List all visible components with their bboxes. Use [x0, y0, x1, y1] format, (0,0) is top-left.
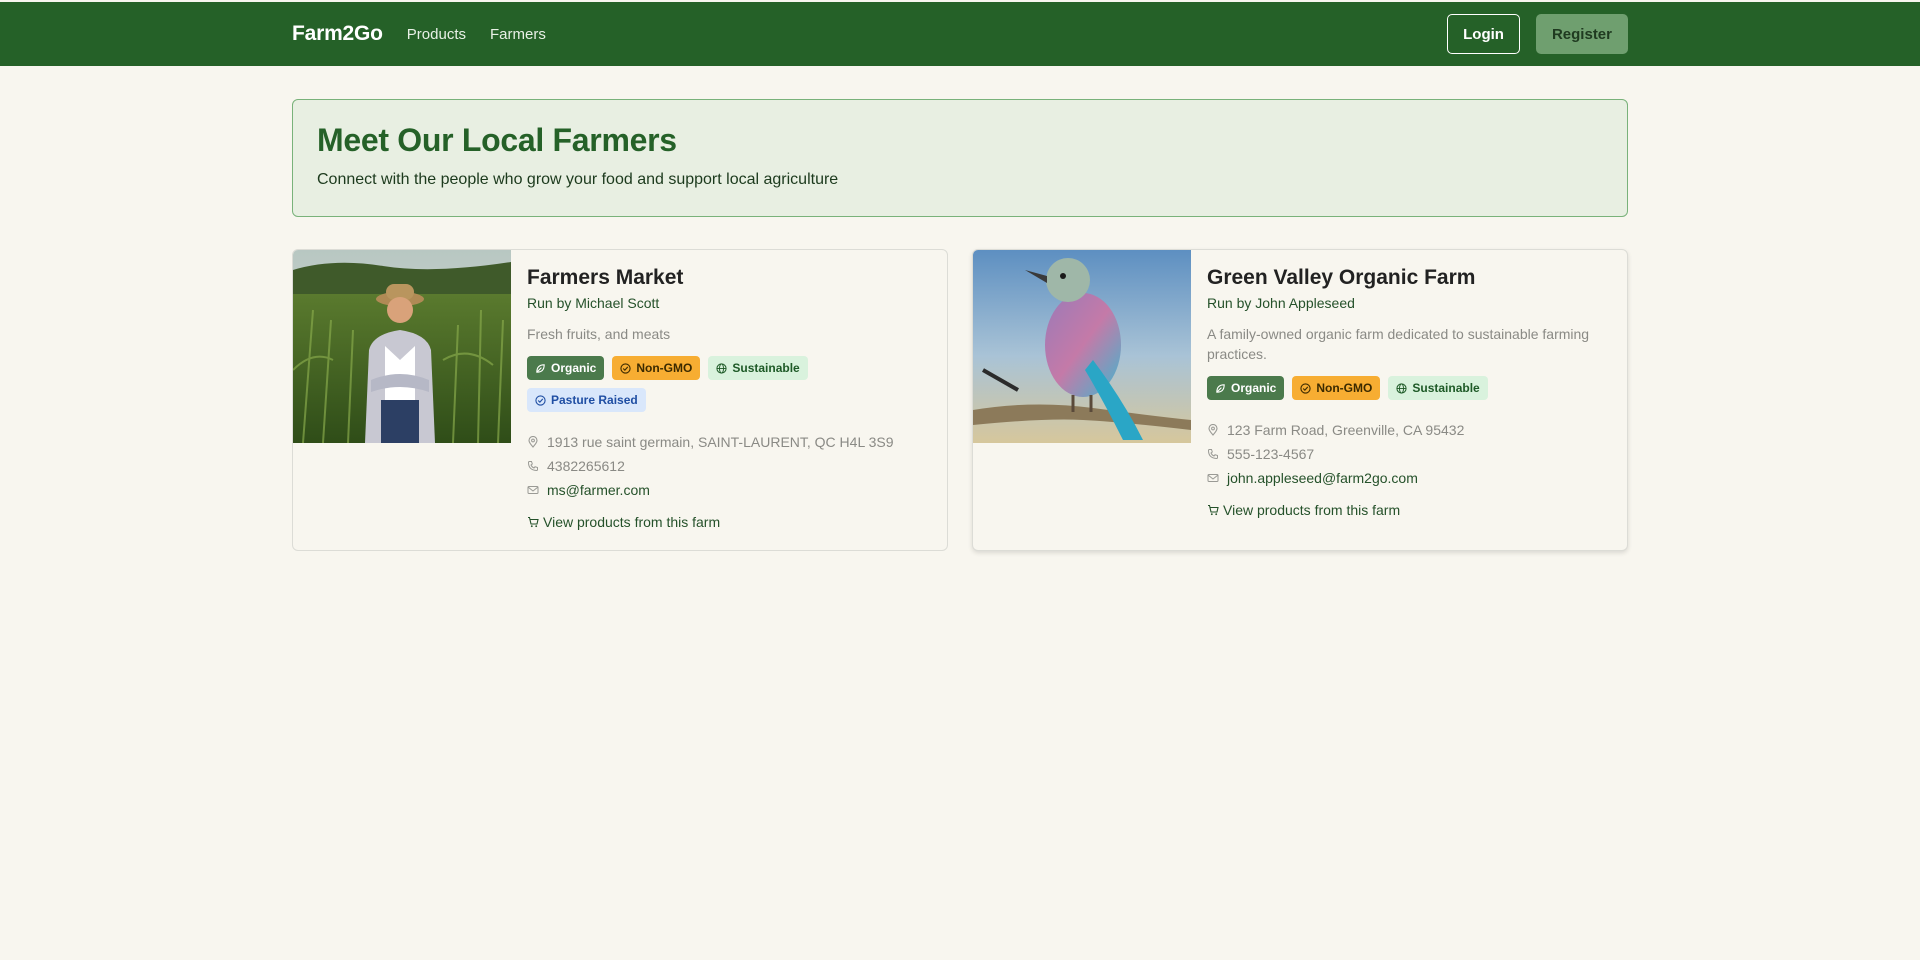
farm-card: Green Valley Organic Farm Run by John Ap… [972, 249, 1628, 551]
farm-owner: Run by John Appleseed [1207, 295, 1355, 311]
farm-tags: Organic Non-GMO Sustainable Pasture Rais… [527, 356, 817, 412]
login-button[interactable]: Login [1447, 14, 1520, 54]
farm-phone: 555-123-4567 [1227, 446, 1315, 462]
page-subtitle: Connect with the people who grow your fo… [317, 171, 839, 188]
farm-owner: Run by Michael Scott [527, 295, 660, 311]
tag-label: Sustainable [732, 361, 800, 375]
tag-non-gmo: Non-GMO [612, 356, 701, 380]
phone-row: 555-123-4567 [1207, 442, 1611, 466]
cart-icon [528, 516, 539, 528]
farm-address: 1913 rue saint germain, SAINT-LAURENT, Q… [547, 434, 894, 450]
farm-email-link[interactable]: ms@farmer.com [547, 482, 650, 498]
map-pin-icon [1207, 424, 1227, 436]
top-navbar: Farm2Go Products Farmers Login Register [0, 2, 1920, 66]
register-button[interactable]: Register [1535, 14, 1628, 54]
farm-phone: 4382265612 [547, 458, 625, 474]
cart-icon [1208, 504, 1219, 516]
tag-pasture-raised: Pasture Raised [527, 388, 646, 412]
phone-icon [1207, 448, 1227, 460]
tag-non-gmo: Non-GMO [1292, 376, 1381, 400]
contact-info: 123 Farm Road, Greenville, CA 95432 555-… [1207, 418, 1611, 490]
farm-email-link[interactable]: john.appleseed@farm2go.com [1227, 470, 1418, 486]
phone-icon [527, 460, 547, 472]
page-title: Meet Our Local Farmers [317, 122, 677, 158]
farm-name: Farmers Market [527, 266, 684, 289]
tag-label: Organic [1231, 381, 1277, 395]
farm-tags: Organic Non-GMO Sustainable [1207, 376, 1497, 400]
leaf-icon [1216, 383, 1225, 393]
brand-logo[interactable]: Farm2Go [292, 22, 383, 46]
farm-photo [973, 250, 1191, 443]
tag-sustainable: Sustainable [708, 356, 808, 380]
contact-info: 1913 rue saint germain, SAINT-LAURENT, Q… [527, 430, 931, 502]
farm-name: Green Valley Organic Farm [1207, 266, 1476, 289]
farm-description: Fresh fruits, and meats [527, 326, 671, 342]
hero-banner: Meet Our Local Farmers Connect with the … [292, 99, 1628, 217]
mail-icon [1207, 472, 1227, 484]
farm-description: A family-owned organic farm dedicated to… [1207, 326, 1590, 362]
check-circle-icon [1300, 382, 1311, 394]
phone-row: 4382265612 [527, 454, 931, 478]
tag-label: Organic [551, 361, 597, 375]
email-row: john.appleseed@farm2go.com [1207, 466, 1611, 490]
view-products-link[interactable]: View products from this farm [527, 514, 931, 530]
address-row: 1913 rue saint germain, SAINT-LAURENT, Q… [527, 430, 931, 454]
view-products-link[interactable]: View products from this farm [1207, 502, 1611, 518]
map-pin-icon [527, 436, 547, 448]
tag-sustainable: Sustainable [1388, 376, 1488, 400]
tag-organic: Organic [527, 356, 605, 380]
view-products-label[interactable]: View products from this farm [1223, 502, 1400, 518]
tag-label: Non-GMO [636, 361, 693, 375]
tag-label: Pasture Raised [551, 393, 638, 407]
tag-organic: Organic [1207, 376, 1285, 400]
leaf-icon [536, 363, 545, 373]
farmer-photo [293, 250, 511, 443]
farm-card: Farmers Market Run by Michael Scott Fres… [292, 249, 948, 551]
address-row: 123 Farm Road, Greenville, CA 95432 [1207, 418, 1611, 442]
farm-address: 123 Farm Road, Greenville, CA 95432 [1227, 422, 1465, 438]
view-products-label[interactable]: View products from this farm [543, 514, 720, 530]
globe-icon [1396, 382, 1407, 394]
globe-icon [716, 362, 727, 374]
mail-icon [527, 484, 547, 496]
email-row: ms@farmer.com [527, 478, 931, 502]
badge-check-icon [535, 394, 546, 406]
check-circle-icon [620, 362, 631, 374]
nav-link-farmers[interactable]: Farmers [490, 26, 546, 43]
tag-label: Non-GMO [1316, 381, 1373, 395]
tag-label: Sustainable [1412, 381, 1480, 395]
nav-link-products[interactable]: Products [407, 26, 466, 43]
